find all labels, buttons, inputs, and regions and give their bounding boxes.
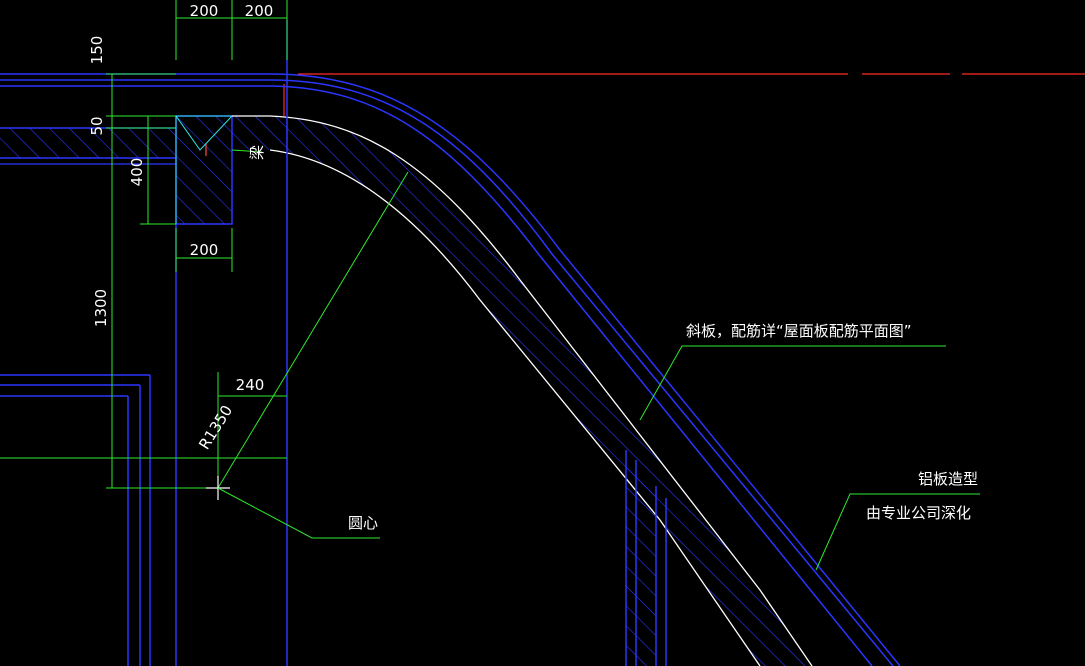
red-reference-lines [283,73,1085,116]
beam-section [175,115,233,225]
center-label: 圆心 [348,514,378,532]
dim-width-right: 200 [245,2,274,20]
dim-width-left: 200 [190,2,219,20]
beam-label: 梁 [248,145,266,160]
dim-top-offset: 150 [88,36,106,65]
lower-wall [626,450,656,666]
dim-slab-thickness: 50 [88,116,106,135]
dim-radius: R1350 [195,402,236,453]
dim-height: 1300 [92,289,110,327]
cladding-label-line1: 铝板造型 [918,470,978,488]
cad-drawing: 200 200 150 50 400 200 1300 240 R1350 梁 … [0,0,1085,666]
cladding-label-line2: 由专业公司深化 [866,504,971,522]
dim-beam-width: 200 [190,241,219,259]
dim-beam-depth: 400 [128,158,146,187]
curved-slab [232,115,813,666]
slab-note-label: 斜板，配筋详“屋面板配筋平面图” [686,322,912,340]
dim-offset: 240 [236,376,265,394]
